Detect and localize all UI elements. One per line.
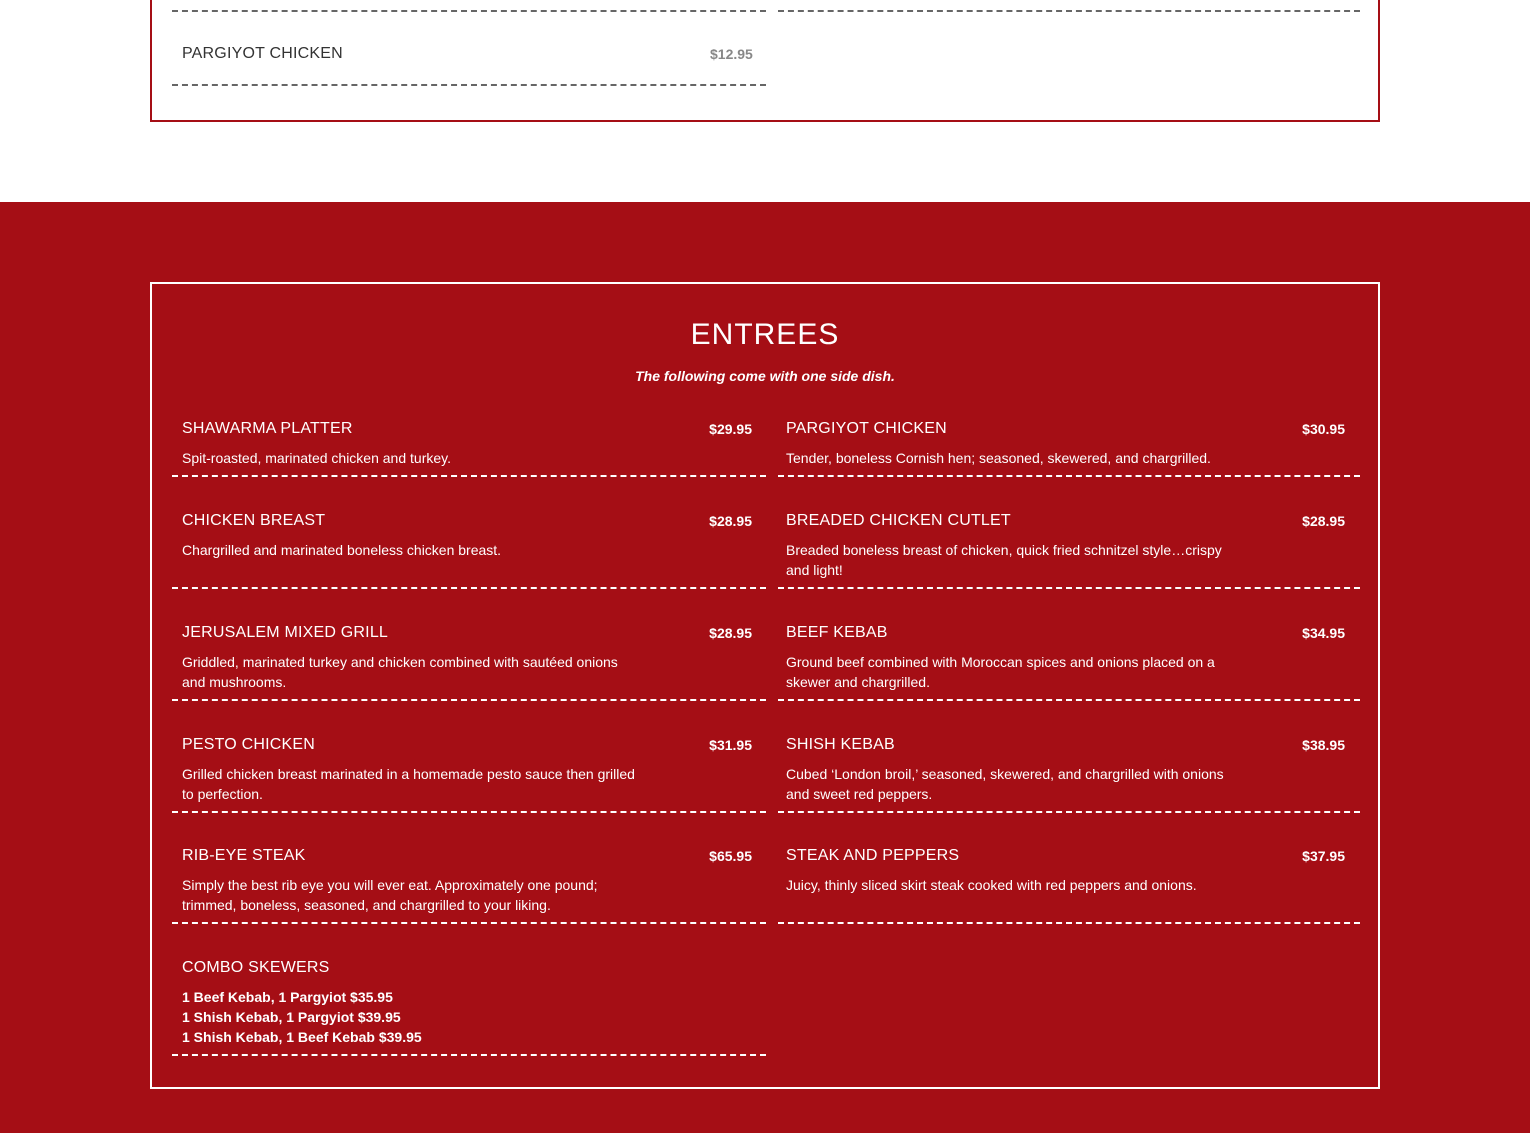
combo-option: 1 Shish Kebab, 1 Beef Kebab $39.95 — [182, 1029, 422, 1045]
menu-item-price: $37.95 — [1302, 848, 1345, 864]
menu-item-description: Griddled, marinated turkey and chicken c… — [182, 654, 618, 690]
dashed-divider — [778, 10, 1360, 12]
entrees-menu-box: ENTREES The following come with one side… — [150, 282, 1380, 1089]
previous-menu-section: PARGIYOT CHICKEN $12.95 — [0, 0, 1530, 202]
dashed-divider — [172, 1054, 766, 1056]
menu-item-price: $12.95 — [710, 46, 753, 62]
menu-item-price: $28.95 — [709, 625, 752, 641]
menu-item-name: CHICKEN BREAST — [182, 512, 326, 529]
menu-item-description: Simply the best rib eye you will ever ea… — [182, 877, 598, 913]
dashed-divider — [172, 699, 766, 701]
menu-item-price: $31.95 — [709, 737, 752, 753]
menu-item-name: SHAWARMA PLATTER — [182, 420, 353, 437]
menu-item-description: Juicy, thinly sliced skirt steak cooked … — [786, 877, 1197, 893]
dashed-divider — [172, 84, 766, 86]
menu-item-name: STEAK AND PEPPERS — [786, 847, 960, 864]
menu-item-name: COMBO SKEWERS — [182, 959, 330, 976]
dashed-divider — [172, 475, 766, 477]
dashed-divider — [778, 475, 1360, 477]
menu-item-name: BREADED CHICKEN CUTLET — [786, 512, 1011, 529]
menu-item-description: Breaded boneless breast of chicken, quic… — [786, 542, 1222, 578]
dashed-divider — [778, 922, 1360, 924]
section-subtitle: The following come with one side dish. — [635, 368, 895, 384]
dashed-divider — [172, 922, 766, 924]
dashed-divider — [778, 587, 1360, 589]
menu-item-name: RIB-EYE STEAK — [182, 847, 306, 864]
section-title: ENTREES — [690, 318, 840, 351]
menu-item-name: SHISH KEBAB — [786, 736, 895, 753]
entrees-section: ENTREES The following come with one side… — [0, 202, 1530, 1133]
combo-options: 1 Beef Kebab, 1 Pargyiot $35.95 1 Shish … — [182, 987, 422, 1047]
menu-item-description: Ground beef combined with Moroccan spice… — [786, 654, 1215, 690]
menu-item-price: $29.95 — [709, 421, 752, 437]
dashed-divider — [172, 587, 766, 589]
menu-item-description: Spit-roasted, marinated chicken and turk… — [182, 450, 451, 466]
menu-item-price: $38.95 — [1302, 737, 1345, 753]
menu-item-description: Chargrilled and marinated boneless chick… — [182, 542, 502, 558]
menu-item-name: BEEF KEBAB — [786, 624, 888, 641]
menu-item-name: PARGIYOT CHICKEN — [786, 420, 947, 437]
menu-item-name: PESTO CHICKEN — [182, 736, 315, 753]
menu-item-description: Cubed ‘London broil,’ seasoned, skewered… — [786, 766, 1224, 802]
menu-item-description: Grilled chicken breast marinated in a ho… — [182, 766, 635, 802]
menu-item-price: $28.95 — [709, 513, 752, 529]
menu-item-price: $30.95 — [1302, 421, 1345, 437]
combo-option: 1 Beef Kebab, 1 Pargyiot $35.95 — [182, 989, 393, 1005]
dashed-divider — [778, 699, 1360, 701]
dashed-divider — [172, 811, 766, 813]
menu-item-name: PARGIYOT CHICKEN — [182, 45, 343, 62]
dashed-divider — [778, 811, 1360, 813]
menu-item-name: JERUSALEM MIXED GRILL — [182, 624, 389, 641]
previous-menu-box: PARGIYOT CHICKEN $12.95 — [150, 0, 1380, 122]
menu-item-description: Tender, boneless Cornish hen; seasoned, … — [786, 450, 1211, 466]
menu-item-price: $28.95 — [1302, 513, 1345, 529]
menu-item-price: $34.95 — [1302, 625, 1345, 641]
menu-item-price: $65.95 — [709, 848, 752, 864]
combo-option: 1 Shish Kebab, 1 Pargyiot $39.95 — [182, 1009, 401, 1025]
dashed-divider — [172, 10, 766, 12]
